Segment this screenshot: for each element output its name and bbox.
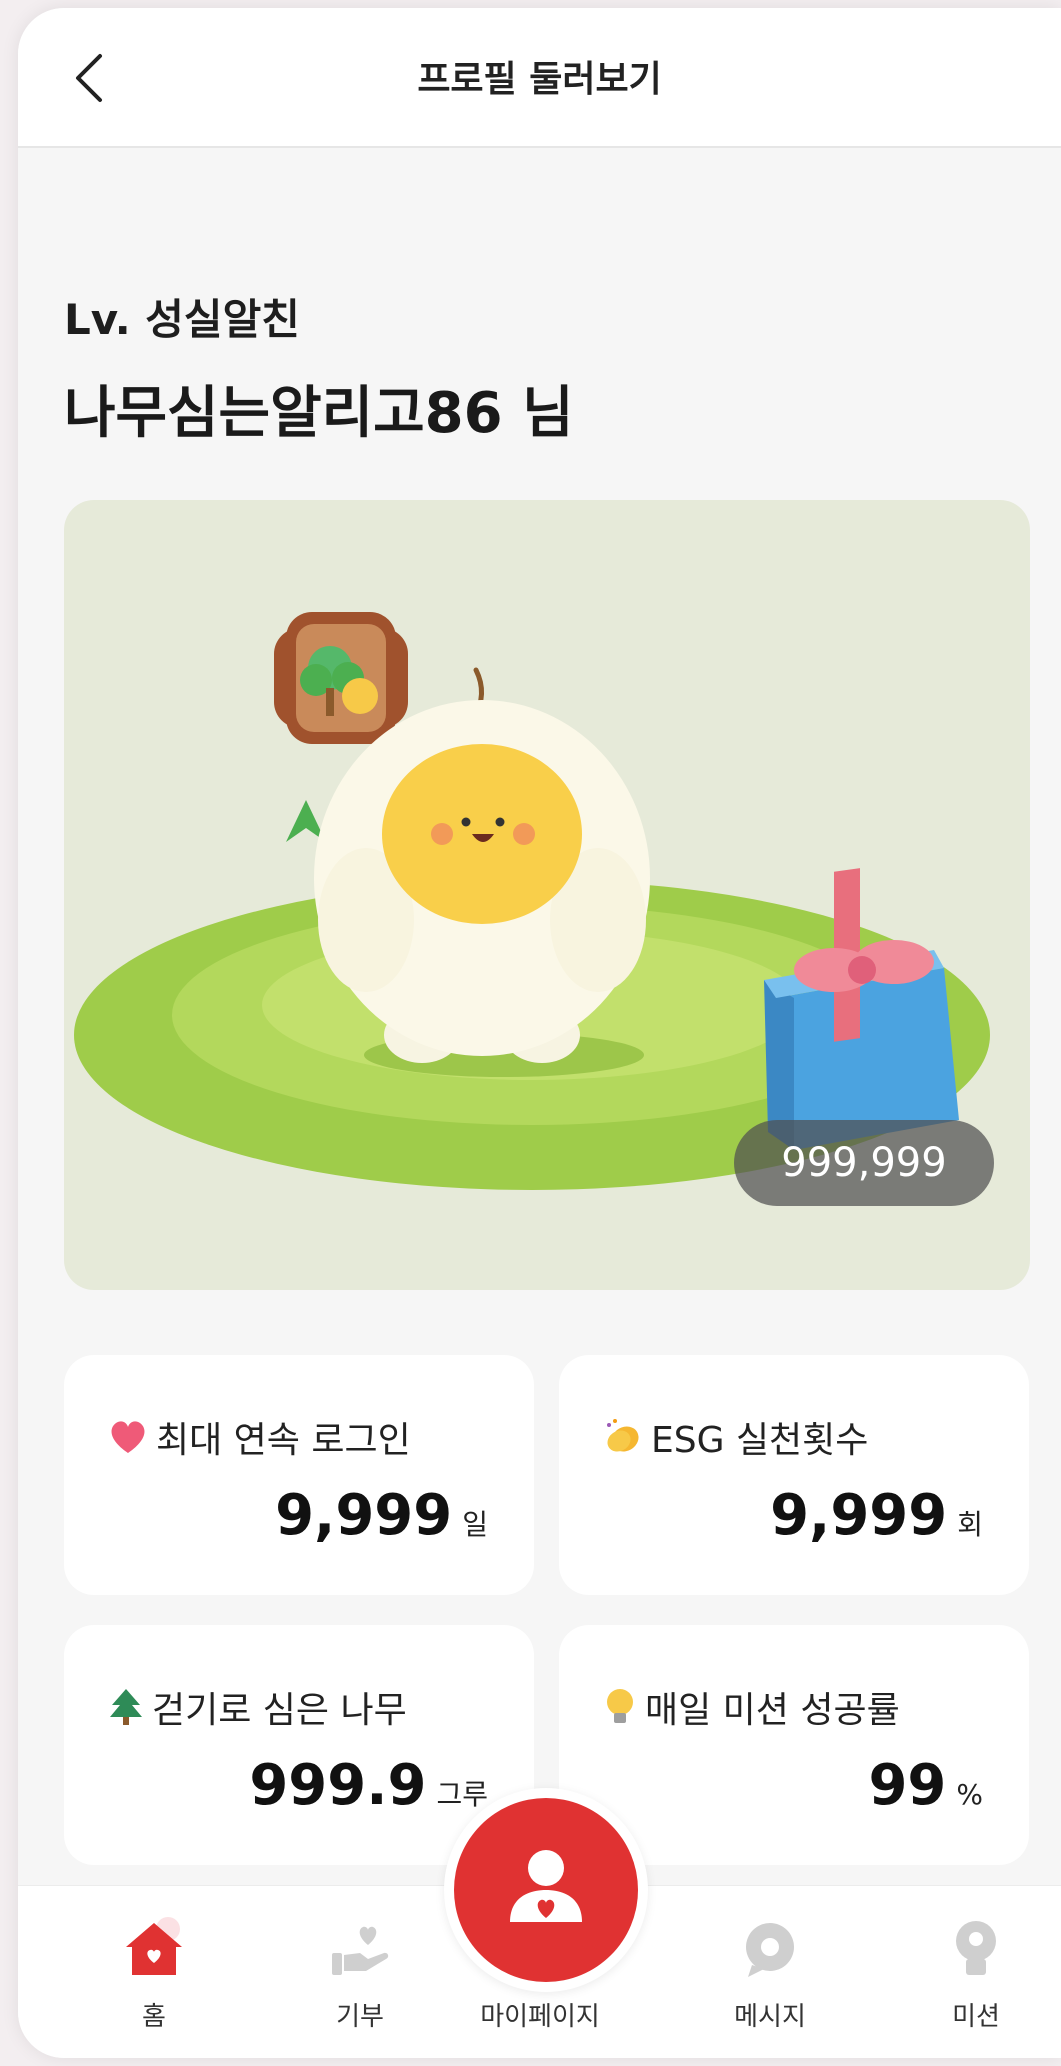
home-icon	[126, 1917, 182, 1975]
mypage-button[interactable]	[454, 1798, 638, 1982]
stat-unit: 그루	[436, 1778, 488, 1811]
user-level: Lv. 성실알친	[64, 295, 300, 344]
nav-label-mypage: 마이페이지	[480, 2002, 600, 2032]
nav-item-mission[interactable]: 미션	[906, 1914, 1046, 2033]
stat-card-esg-count: ESG 실천횟수 9,999 회	[559, 1355, 1029, 1595]
stat-card-mission-rate: 매일 미션 성공률 99 %	[559, 1625, 1029, 1865]
mypage-fab[interactable]	[444, 1788, 648, 1992]
stat-label: 걷기로 심은 나무	[152, 1690, 407, 1731]
user-nickname: 나무심는알리고86 님	[64, 381, 574, 446]
stat-unit: 일	[462, 1508, 488, 1541]
page-title: 프로필 둘러보기	[417, 59, 662, 100]
donate-icon	[332, 1926, 389, 1975]
stat-value: 99	[868, 1753, 947, 1818]
nav-item-home[interactable]: 홈	[84, 1914, 224, 2033]
stat-unit: %	[956, 1778, 983, 1811]
nav-label-mission: 미션	[952, 2002, 1000, 2032]
top-bar: 프로필 둘러보기	[18, 8, 1061, 148]
heart-icon	[108, 1419, 148, 1455]
nav-item-message[interactable]: 메시지	[700, 1914, 840, 2033]
stat-value: 9,999	[275, 1483, 453, 1548]
lightbulb-icon	[603, 1687, 637, 1727]
mission-icon	[956, 1921, 996, 1975]
tree-icon	[108, 1687, 144, 1727]
message-icon	[746, 1923, 794, 1977]
stat-value: 9,999	[770, 1483, 948, 1548]
clap-icon	[603, 1417, 643, 1457]
nav-item-donate[interactable]: 기부	[290, 1914, 430, 2033]
nav-label-donate: 기부	[336, 2002, 384, 2032]
phone-screen: 프로필 둘러보기 Lv. 성실알친 나무심는알리고86 님 999,999 최대…	[18, 8, 1061, 2058]
stat-value: 999.9	[249, 1753, 427, 1818]
stat-card-login-streak: 최대 연속 로그인 9,999 일	[64, 1355, 534, 1595]
character-scene: 999,999	[64, 500, 1030, 1290]
stat-label: 매일 미션 성공률	[645, 1690, 900, 1731]
mypage-icon	[510, 1850, 582, 1922]
stat-label: ESG 실천횟수	[651, 1420, 869, 1461]
stat-unit: 회	[957, 1508, 983, 1541]
nav-label-message: 메시지	[734, 2002, 806, 2032]
points-badge[interactable]: 999,999	[734, 1120, 994, 1206]
stat-label: 최대 연속 로그인	[156, 1420, 411, 1461]
nav-label-home: 홈	[142, 2002, 166, 2032]
